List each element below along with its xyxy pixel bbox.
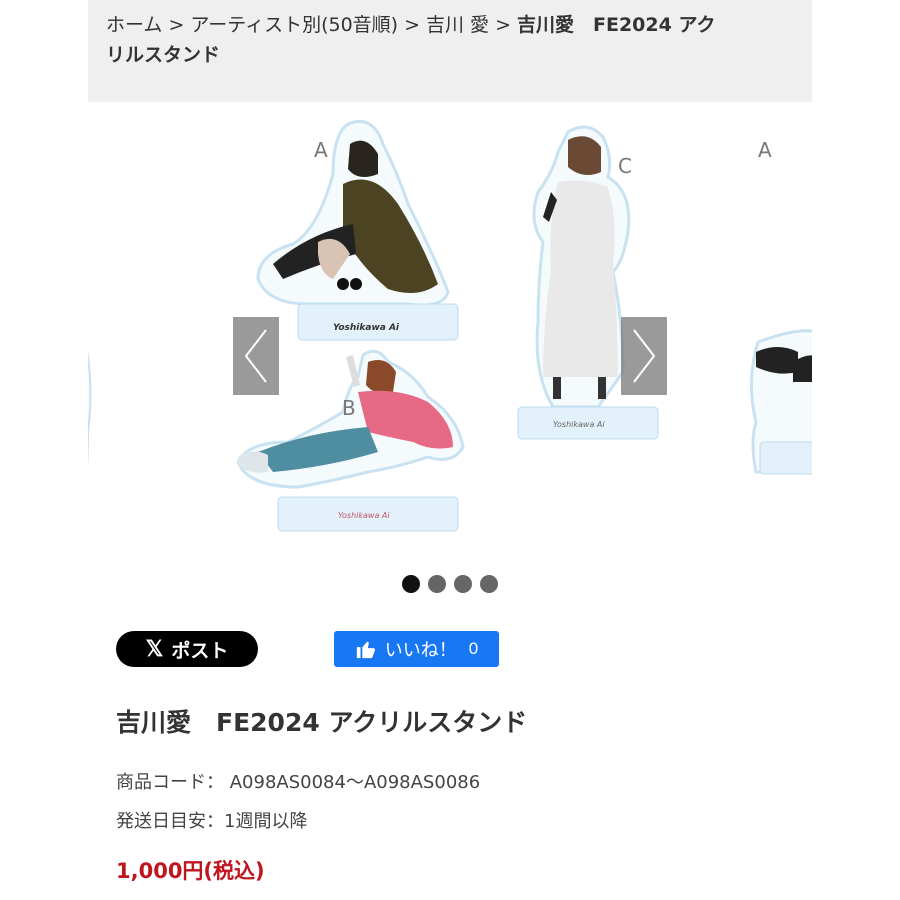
product-code-row: 商品コード： A098AS0084〜A098AS0086 xyxy=(116,768,480,794)
partial-stand-right xyxy=(750,329,812,475)
stand-logo: Yoshikawa Ai xyxy=(333,323,400,333)
shipping-value: 1週間以降 xyxy=(224,811,308,832)
stand-label-c: C xyxy=(618,154,632,178)
next-arrow-button[interactable] xyxy=(621,317,667,395)
breadcrumb-current: 吉川愛 FE2024 アク xyxy=(516,14,716,36)
like-count: 0 xyxy=(468,639,479,658)
stand-label-a-partial: A xyxy=(758,138,772,162)
x-post-label: ポスト xyxy=(171,640,229,662)
product-code-value: A098AS0084〜A098AS0086 xyxy=(229,772,481,793)
partial-stand-left xyxy=(88,350,92,466)
stand-logo: Yoshikawa Ai xyxy=(553,420,605,429)
prev-arrow-button[interactable] xyxy=(233,317,279,395)
breadcrumb-separator: > xyxy=(404,14,421,36)
product-page: ホーム > アーティスト別(50音順) > 吉川 愛 > 吉川愛 FE2024 アク リルス… xyxy=(88,0,812,900)
stand-label-a: A xyxy=(314,138,328,162)
chevron-right-icon xyxy=(633,329,656,383)
image-slider[interactable]: Yoshikawa Ai A Yoshikawa Ai C Yoshikawa … xyxy=(88,102,812,552)
slider-pagination xyxy=(88,575,812,593)
stand-logo: Yoshikawa Ai xyxy=(338,511,390,520)
left-margin xyxy=(0,0,88,900)
x-post-button[interactable]: 𝕏 ポスト xyxy=(116,631,258,667)
shipping-label: 発送日目安： xyxy=(116,811,224,832)
chevron-left-icon xyxy=(244,329,267,383)
product-price: 1,000円(税込) xyxy=(116,859,265,883)
thumbs-up-icon xyxy=(356,641,375,659)
x-logo-icon: 𝕏 xyxy=(145,636,164,661)
product-title: 吉川愛 FE2024 アクリルスタンド xyxy=(116,708,528,737)
slider-dot-3[interactable] xyxy=(454,575,472,593)
facebook-like-button[interactable]: いいね！ 0 xyxy=(334,631,499,667)
breadcrumb-home[interactable]: ホーム xyxy=(106,14,162,36)
slider-dot-2[interactable] xyxy=(428,575,446,593)
product-code-label: 商品コード： xyxy=(116,772,224,793)
slider-dot-1[interactable] xyxy=(402,575,420,593)
like-label: いいね！ xyxy=(384,640,457,660)
breadcrumb-separator: > xyxy=(168,14,185,36)
shipping-row: 発送日目安：1週間以降 xyxy=(116,807,307,833)
breadcrumb-separator: > xyxy=(495,14,511,36)
acrylic-stand-a: Yoshikawa Ai xyxy=(256,120,459,341)
breadcrumb-artist[interactable]: 吉川 愛 xyxy=(426,14,489,36)
breadcrumb-current-cont: リルスタンド xyxy=(106,44,221,66)
slider-dot-4[interactable] xyxy=(480,575,498,593)
breadcrumb-artist-index[interactable]: アーティスト別(50音順) xyxy=(190,14,398,36)
stand-label-b: B xyxy=(342,396,356,420)
right-margin xyxy=(812,0,900,900)
breadcrumb: ホーム > アーティスト別(50音順) > 吉川 愛 > 吉川愛 FE2024 アク リルス… xyxy=(88,0,812,102)
